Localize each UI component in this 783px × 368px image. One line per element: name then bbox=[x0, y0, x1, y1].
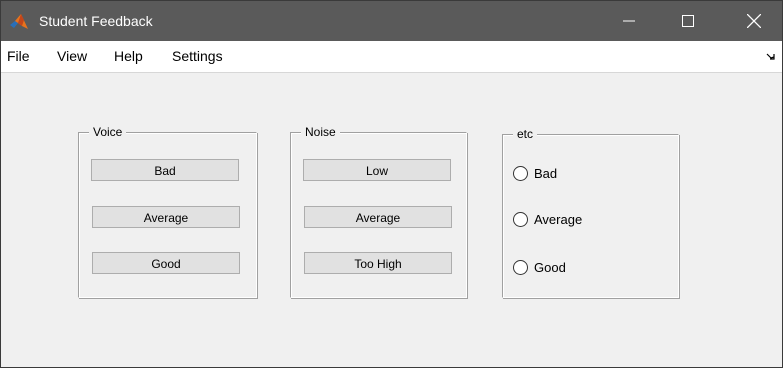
toolbar-dock-arrow-icon[interactable] bbox=[766, 53, 776, 61]
figure-content: Voice Bad Average Good Noise Low Average… bbox=[1, 73, 782, 367]
menu-help[interactable]: Help bbox=[114, 48, 143, 65]
voice-average-button[interactable]: Average bbox=[92, 206, 240, 228]
etc-panel: etc Bad Average Good bbox=[502, 127, 679, 298]
maximize-icon bbox=[682, 15, 694, 27]
radio-circle-icon[interactable] bbox=[513, 259, 528, 275]
noise-average-button[interactable]: Average bbox=[304, 206, 452, 228]
etc-good-radio-label: Good bbox=[534, 259, 566, 275]
close-button[interactable] bbox=[731, 1, 777, 41]
etc-average-radio-label: Average bbox=[534, 211, 583, 227]
maximize-button[interactable] bbox=[665, 1, 711, 41]
menu-bar: File View Help Settings bbox=[1, 41, 782, 73]
etc-average-radio[interactable]: Average bbox=[513, 210, 582, 228]
etc-panel-title: etc bbox=[513, 127, 538, 141]
voice-bad-button[interactable]: Bad bbox=[91, 159, 239, 181]
app-window: Student Feedback File View Help Settings bbox=[0, 0, 783, 368]
minimize-icon bbox=[623, 20, 635, 22]
menu-file[interactable]: File bbox=[7, 48, 30, 65]
window-title: Student Feedback bbox=[39, 13, 153, 29]
radio-circle-icon[interactable] bbox=[513, 165, 528, 181]
voice-panel: Voice Bad Average Good bbox=[78, 125, 257, 298]
radio-circle-icon[interactable] bbox=[513, 211, 528, 227]
etc-good-radio[interactable]: Good bbox=[513, 258, 566, 276]
minimize-button[interactable] bbox=[606, 1, 652, 41]
matlab-logo-icon bbox=[10, 14, 28, 29]
menu-settings[interactable]: Settings bbox=[172, 48, 223, 65]
close-icon bbox=[747, 14, 761, 28]
noise-panel: Noise Low Average Too High bbox=[290, 125, 467, 298]
etc-bad-radio[interactable]: Bad bbox=[513, 164, 557, 182]
etc-bad-radio-label: Bad bbox=[534, 165, 558, 181]
noise-too-high-button[interactable]: Too High bbox=[304, 252, 452, 274]
voice-good-button[interactable]: Good bbox=[92, 252, 240, 274]
noise-panel-title: Noise bbox=[301, 125, 340, 139]
noise-low-button[interactable]: Low bbox=[303, 159, 451, 181]
voice-panel-title: Voice bbox=[89, 125, 127, 139]
title-bar[interactable]: Student Feedback bbox=[1, 1, 782, 41]
menu-view[interactable]: View bbox=[57, 48, 87, 65]
